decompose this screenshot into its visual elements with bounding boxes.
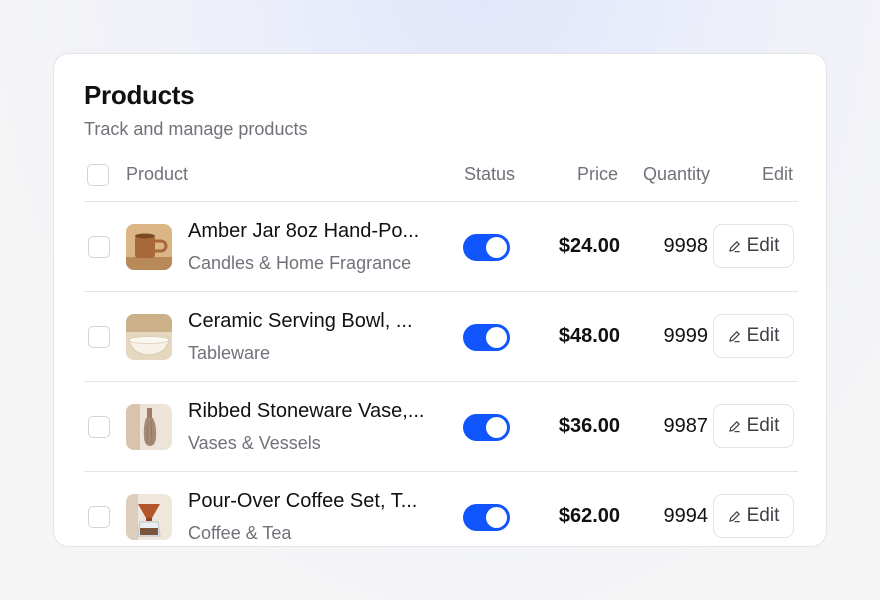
product-price: $24.00	[558, 235, 620, 257]
status-toggle[interactable]	[463, 234, 510, 261]
product-name[interactable]: Amber Jar 8oz Hand-Po...	[188, 220, 450, 243]
column-header-price[interactable]: Price	[577, 164, 618, 185]
edit-button[interactable]: Edit	[713, 224, 794, 268]
status-toggle[interactable]	[463, 504, 510, 531]
product-thumbnail	[126, 404, 172, 450]
edit-button-label: Edit	[746, 415, 780, 436]
product-price: $62.00	[558, 505, 620, 527]
table-row: Pour-Over Coffee Set, T... Coffee & Tea …	[54, 472, 826, 546]
product-thumbnail	[126, 224, 172, 270]
product-category: Coffee & Tea	[188, 523, 292, 543]
pencil-icon	[728, 420, 740, 432]
product-quantity: 9994	[663, 505, 709, 527]
status-toggle[interactable]	[463, 324, 510, 351]
product-thumbnail	[126, 314, 172, 360]
table-row: Amber Jar 8oz Hand-Po... Candles & Home …	[54, 202, 826, 292]
product-price: $48.00	[558, 325, 620, 347]
product-category: Vases & Vessels	[188, 433, 321, 453]
product-thumbnail	[126, 494, 172, 540]
edit-button[interactable]: Edit	[713, 494, 794, 538]
select-all-checkbox[interactable]	[87, 164, 109, 186]
row-checkbox[interactable]	[88, 416, 110, 438]
product-price: $36.00	[558, 415, 620, 437]
pencil-icon	[728, 330, 740, 342]
edit-button[interactable]: Edit	[713, 314, 794, 358]
row-checkbox[interactable]	[88, 236, 110, 258]
column-header-quantity[interactable]: Quantity	[643, 164, 710, 185]
product-name[interactable]: Ribbed Stoneware Vase,...	[188, 400, 450, 423]
vase-icon	[126, 404, 172, 450]
row-checkbox[interactable]	[88, 506, 110, 528]
edit-button-label: Edit	[746, 235, 780, 256]
coffee-dripper-icon	[126, 494, 172, 540]
pencil-icon	[728, 510, 740, 522]
products-card: Products Track and manage products Produ…	[53, 53, 827, 547]
row-checkbox[interactable]	[88, 326, 110, 348]
column-header-status[interactable]: Status	[464, 164, 515, 185]
pencil-icon	[728, 240, 740, 252]
status-toggle[interactable]	[463, 414, 510, 441]
table-row: Ribbed Stoneware Vase,... Vases & Vessel…	[54, 382, 826, 472]
edit-button-label: Edit	[746, 325, 780, 346]
column-header-product[interactable]: Product	[126, 164, 188, 185]
table-row: Ceramic Serving Bowl, ... Tableware $48.…	[54, 292, 826, 382]
product-name[interactable]: Pour-Over Coffee Set, T...	[188, 490, 450, 513]
toggle-knob	[486, 417, 507, 438]
edit-button-label: Edit	[746, 505, 780, 526]
page-subtitle: Track and manage products	[84, 119, 308, 139]
product-quantity: 9999	[663, 325, 709, 347]
bowl-icon	[126, 314, 172, 360]
product-category: Candles & Home Fragrance	[188, 253, 412, 273]
toggle-knob	[486, 327, 507, 348]
page-title: Products	[84, 80, 195, 110]
toggle-knob	[486, 507, 507, 528]
edit-button[interactable]: Edit	[713, 404, 794, 448]
product-category: Tableware	[188, 343, 271, 363]
product-quantity: 9998	[663, 235, 709, 257]
toggle-knob	[486, 237, 507, 258]
product-name[interactable]: Ceramic Serving Bowl, ...	[188, 310, 450, 333]
column-header-edit: Edit	[761, 164, 793, 184]
mug-icon	[126, 224, 172, 270]
product-quantity: 9987	[663, 415, 709, 437]
